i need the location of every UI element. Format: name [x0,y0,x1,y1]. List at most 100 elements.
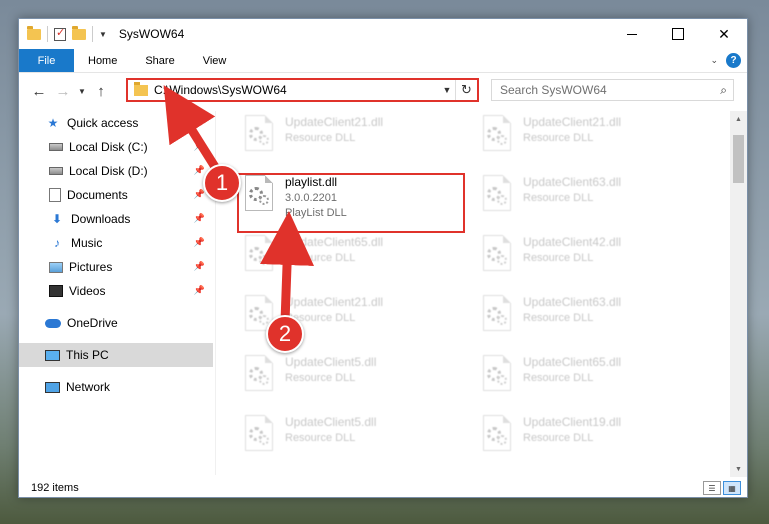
step-2-badge: 2 [266,315,304,353]
folder-icon[interactable] [27,25,41,40]
sidebar-item-label: Downloads [71,212,131,226]
pin-icon[interactable]: 📌 [194,285,205,296]
pin-icon[interactable]: 📌 [194,261,205,272]
file-item-playlist-dll[interactable]: playlist.dll 3.0.0.2201 PlayList DLL [219,171,449,225]
file-name: UpdateClient65.dll [523,355,622,369]
sidebar-item-local-disk-c[interactable]: Local Disk (C:) 📌 [19,135,213,159]
scroll-up-icon[interactable]: ▲ [730,111,747,127]
sidebar-item-label: Music [71,236,103,250]
sidebar-item-music[interactable]: ♪ Music 📌 [19,231,213,255]
file-name: UpdateClient63.dll [523,295,622,309]
large-icons-view-icon[interactable]: ▦ [723,481,741,495]
sidebar-item-quick-access[interactable]: ★ Quick access [19,111,213,135]
help-icon[interactable]: ? [726,53,741,68]
file-name: UpdateClient21.dll [285,295,384,309]
tab-share[interactable]: Share [131,49,188,72]
file-item[interactable]: UpdateClient21.dll Resource DLL [219,111,449,165]
properties-icon[interactable] [54,26,66,41]
tab-file[interactable]: File [19,49,74,72]
address-bar[interactable]: C:\Windows\SysWOW64 ▼ ↻ [126,78,479,102]
ribbon-tabs: File Home Share View ⌄ ? [19,49,747,73]
pin-icon[interactable]: 📌 [194,237,205,248]
recent-locations-chevron-icon[interactable]: ▼ [75,87,89,96]
file-type: Resource DLL [285,252,356,264]
quick-access-toolbar: ▼ [27,25,107,42]
dll-file-icon [477,175,517,219]
forward-arrow-icon[interactable]: → [51,83,75,100]
expand-ribbon-chevron-icon[interactable]: ⌄ [710,49,718,72]
star-icon: ★ [47,116,59,130]
address-path[interactable]: C:\Windows\SysWOW64 [154,83,439,97]
search-input[interactable]: Search SysWOW64 ⌕ [491,79,734,101]
vertical-scrollbar[interactable]: ▲ ▼ [730,111,747,477]
tab-view[interactable]: View [189,49,241,72]
status-bar: 192 items ☰ ▦ [19,477,747,499]
file-type: Resource DLL [523,252,594,264]
pin-icon[interactable]: 📌 [194,141,205,152]
file-type: Resource DLL [523,372,594,384]
pin-icon[interactable]: 📌 [194,213,205,224]
sidebar-item-local-disk-d[interactable]: Local Disk (D:) 📌 [19,159,213,183]
file-item[interactable]: UpdateClient42.dll Resource DLL [457,231,687,285]
separator [92,26,93,42]
file-item[interactable]: UpdateClient63.dll Resource DLL [457,171,687,225]
scroll-thumb[interactable] [733,135,744,183]
file-name: UpdateClient63.dll [523,175,622,189]
file-item[interactable]: UpdateClient21.dll Resource DLL [219,291,449,345]
tab-home[interactable]: Home [74,49,131,72]
file-name: UpdateClient19.dll [523,415,622,429]
refresh-icon[interactable]: ↻ [455,80,477,100]
document-icon [49,188,61,202]
sidebar-item-label: Documents [67,188,128,202]
sidebar-item-label: Quick access [67,116,139,130]
dll-file-icon [239,235,279,279]
window-title: SysWOW64 [118,27,185,41]
disk-icon [49,167,63,175]
dll-file-icon [239,415,279,459]
sidebar-item-label: Network [66,380,111,394]
customize-toolbar-chevron-icon[interactable]: ▼ [99,30,107,39]
file-list: UpdateClient21.dll Resource DLL UpdateCli… [219,111,731,475]
sidebar-item-label: This PC [66,348,109,362]
address-history-chevron-icon[interactable]: ▼ [439,85,455,95]
file-item[interactable]: UpdateClient19.dll Resource DLL [457,411,687,465]
file-item[interactable]: UpdateClient65.dll Resource DLL [219,231,449,285]
scroll-down-icon[interactable]: ▼ [730,461,747,477]
file-name: UpdateClient42.dll [523,235,622,249]
sidebar-item-label: Local Disk (C:) [69,140,148,154]
file-name: UpdateClient65.dll [285,235,384,249]
maximize-button[interactable] [655,19,701,49]
file-name: playlist.dll [285,175,338,189]
back-arrow-icon[interactable]: ← [27,83,51,100]
sidebar-item-label: Local Disk (D:) [69,164,148,178]
dll-file-icon [239,355,279,399]
file-item[interactable]: UpdateClient5.dll Resource DLL [219,351,449,405]
sidebar-item-this-pc[interactable]: This PC [19,343,213,367]
file-type: Resource DLL [285,432,356,444]
details-view-icon[interactable]: ☰ [703,481,721,495]
file-item[interactable]: UpdateClient21.dll Resource DLL [457,111,687,165]
sidebar-item-videos[interactable]: Videos 📌 [19,279,213,303]
pin-icon[interactable]: 📌 [194,165,205,176]
search-icon[interactable]: ⌕ [720,83,727,98]
sidebar-item-network[interactable]: Network [19,375,213,399]
sidebar-item-onedrive[interactable]: OneDrive [19,311,213,335]
file-item[interactable]: UpdateClient65.dll Resource DLL [457,351,687,405]
file-explorer-window: ▼ SysWOW64 ✕ File Home Share View ⌄ ? ← … [18,18,748,498]
new-folder-icon[interactable] [72,25,86,40]
navigation-pane: ★ Quick access Local Disk (C:) 📌 Local D… [19,111,213,475]
minimize-button[interactable] [609,19,655,49]
disk-icon [49,143,63,151]
up-arrow-icon[interactable]: ↑ [89,83,113,100]
sidebar-item-pictures[interactable]: Pictures 📌 [19,255,213,279]
file-name: UpdateClient21.dll [523,115,622,129]
pin-icon[interactable]: 📌 [194,189,205,200]
picture-icon [49,261,63,273]
file-type: Resource DLL [523,312,594,324]
close-button[interactable]: ✕ [701,19,747,49]
sidebar-item-documents[interactable]: Documents 📌 [19,183,213,207]
file-item[interactable]: UpdateClient5.dll Resource DLL [219,411,449,465]
sidebar-item-downloads[interactable]: ⬇ Downloads 📌 [19,207,213,231]
dll-file-icon [477,115,517,159]
file-item[interactable]: UpdateClient63.dll Resource DLL [457,291,687,345]
